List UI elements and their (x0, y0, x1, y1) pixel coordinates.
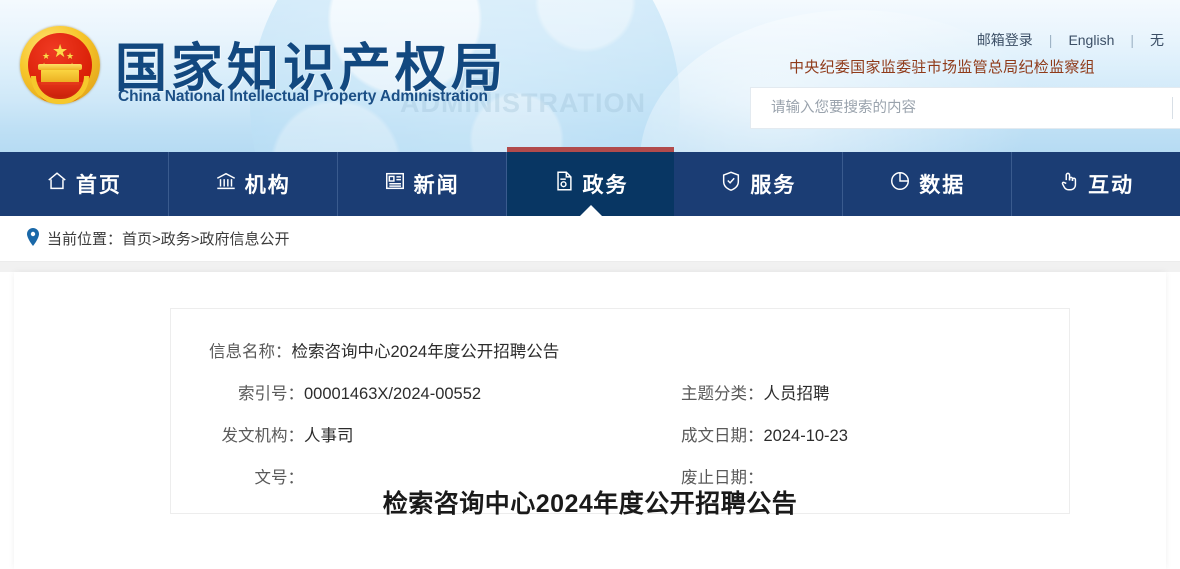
nav-label-home: 首页 (75, 174, 122, 197)
meta-value-issuing-organization: 人事司 (304, 427, 354, 445)
meta-value-info-name: 检索咨询中心2024年度公开招聘公告 (291, 343, 560, 361)
main-content-panel: 信息名称： 检索咨询中心2024年度公开招聘公告 索引号： 00001463X/… (14, 272, 1166, 569)
nav-item-government-affairs[interactable]: 政务 (506, 147, 675, 216)
meta-cell-topic-category: 主题分类： 人员招聘 (681, 371, 1033, 413)
nav-label-organization: 机构 (244, 174, 291, 197)
page-title: 检索咨询中心2024年度公开招聘公告 (382, 490, 798, 518)
document-seal-icon (553, 170, 575, 198)
nav-label-services: 服务 (750, 174, 797, 197)
table-row: 发文机构： 人事司 成文日期： 2024-10-23 (171, 413, 1069, 455)
nav-label-government-affairs: 政务 (582, 174, 629, 197)
bank-icon (215, 170, 237, 198)
nav-item-services[interactable]: 服务 (674, 152, 844, 216)
top-link-english[interactable]: English (1052, 32, 1130, 48)
meta-label-info-name: 信息名称： (209, 343, 292, 361)
breadcrumb-bar: 当前位置：首页>政务>政府信息公开 (0, 216, 1180, 262)
pie-chart-icon (889, 170, 911, 198)
national-emblem-icon: ★ ★ ★ ★ ★ (17, 22, 103, 108)
meta-label-issuing-organization: 发文机构： (221, 427, 305, 445)
newspaper-icon (384, 170, 406, 198)
meta-cell-info-name: 信息名称： 检索咨询中心2024年度公开招聘公告 (171, 329, 681, 371)
search-input[interactable] (751, 88, 1172, 128)
meta-cell-issuing-organization: 发文机构： 人事司 (171, 413, 681, 455)
nav-item-data[interactable]: 数据 (843, 152, 1013, 216)
page-gap (0, 262, 1180, 272)
nav-item-organization[interactable]: 机构 (168, 152, 338, 216)
nav-item-home[interactable]: 首页 (0, 152, 169, 216)
breadcrumb: 当前位置：首页>政务>政府信息公开 (26, 227, 290, 250)
top-link-mail[interactable]: 邮箱登录 (961, 30, 1049, 50)
meta-value-issue-date: 2024-10-23 (763, 427, 848, 445)
meta-value-topic-category: 人员招聘 (763, 385, 830, 403)
shield-check-icon (720, 170, 742, 198)
table-row: 信息名称： 检索咨询中心2024年度公开招聘公告 (171, 329, 1069, 371)
discipline-inspection-line[interactable]: 中央纪委国家监委驻市场监管总局纪检监察组 (789, 56, 1095, 77)
location-pin-icon (26, 227, 40, 250)
nav-label-news: 新闻 (413, 174, 460, 197)
meta-cell-index-number: 索引号： 00001463X/2024-00552 (171, 371, 681, 413)
meta-label-topic-category: 主题分类： (681, 385, 764, 403)
top-link-accessibility[interactable]: 无 (1134, 30, 1180, 50)
meta-cell-issue-date: 成文日期： 2024-10-23 (681, 413, 1033, 455)
search-box[interactable] (750, 87, 1180, 129)
site-header: 局 ADMINISTRATION ★ ★ ★ ★ ★ 国家知识产权局 China… (0, 0, 1180, 152)
meta-label-issue-date: 成文日期： (681, 427, 764, 445)
nav-label-data: 数据 (919, 174, 966, 197)
search-icon[interactable] (1173, 97, 1180, 119)
nav-item-news[interactable]: 新闻 (337, 152, 507, 216)
site-title-english: China National Intellectual Property Adm… (118, 88, 488, 105)
hand-click-icon (1058, 170, 1080, 198)
nav-label-interaction: 互动 (1088, 174, 1135, 197)
table-row: 索引号： 00001463X/2024-00552 主题分类： 人员招聘 (171, 371, 1069, 413)
nav-item-interaction[interactable]: 互动 (1012, 152, 1180, 216)
home-icon (46, 170, 68, 198)
main-navigation: 首页 机构 新闻 政务 服务 数据 互动 (0, 147, 1180, 216)
breadcrumb-text[interactable]: 当前位置：首页>政务>政府信息公开 (47, 228, 290, 249)
meta-value-index-number: 00001463X/2024-00552 (304, 385, 482, 403)
meta-label-index-number: 索引号： (238, 385, 304, 403)
top-links: 邮箱登录 | English | 无 (961, 30, 1180, 50)
